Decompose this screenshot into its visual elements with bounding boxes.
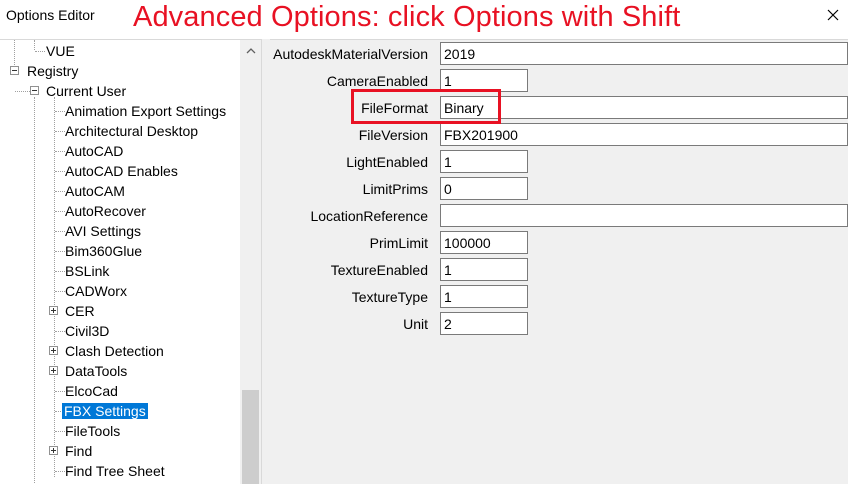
annotation-caption: Advanced Options: click Options with Shi… — [133, 1, 681, 33]
annotation-highlight-box — [351, 89, 501, 124]
prop-input-location-reference[interactable] — [440, 204, 848, 227]
tree-item-label: Current User — [46, 83, 127, 99]
tree-item-bim360glue[interactable]: Bim360Glue — [0, 241, 240, 261]
tree-item-label: AutoCAM — [65, 183, 125, 199]
tree-item-cadworx[interactable]: CADWorx — [0, 281, 240, 301]
tree-item-autorecover[interactable]: AutoRecover — [0, 201, 240, 221]
tree-item-label-selected: FBX Settings — [62, 403, 148, 419]
prop-input-texture-type[interactable] — [440, 285, 528, 308]
tree-item-registry[interactable]: Registry — [0, 61, 240, 81]
tree-item-filetools[interactable]: FileTools — [0, 421, 240, 441]
tree-panel[interactable]: VUE Registry Current User Animation Expo… — [0, 39, 261, 484]
expand-icon[interactable] — [49, 306, 58, 315]
tree-item-civil3d[interactable]: Civil3D — [0, 321, 240, 341]
tree-item-vue[interactable]: VUE — [0, 41, 240, 61]
tree-item-label: Find — [65, 443, 93, 459]
tree-item-label: Animation Export Settings — [65, 103, 227, 119]
tree-item-label: CADWorx — [65, 283, 127, 299]
tree-item-bslink[interactable]: BSLink — [0, 261, 240, 281]
expand-icon[interactable] — [49, 446, 58, 455]
prop-input-prim-limit[interactable] — [440, 231, 528, 254]
tree-item-find[interactable]: Find — [0, 441, 240, 461]
close-icon — [827, 9, 839, 21]
collapse-icon[interactable] — [30, 86, 39, 95]
prop-input-autodesk-material-version[interactable] — [440, 42, 848, 65]
tree-item-label: AutoRecover — [65, 203, 146, 219]
scroll-up-button[interactable] — [240, 40, 261, 61]
tree-item-autocad[interactable]: AutoCAD — [0, 141, 240, 161]
window-title: Options Editor — [6, 7, 95, 23]
tree-item-label: ElcoCad — [65, 383, 118, 399]
tree-item-current-user[interactable]: Current User — [0, 81, 240, 101]
prop-label-texture-enabled: TextureEnabled — [330, 262, 428, 278]
prop-input-unit[interactable] — [440, 312, 528, 335]
tree-item-animation-export-settings[interactable]: Animation Export Settings — [0, 101, 240, 121]
tree-item-elcocad[interactable]: ElcoCad — [0, 381, 240, 401]
tree-item-label: Architectural Desktop — [65, 123, 199, 139]
chevron-up-icon — [246, 47, 255, 53]
tree-item-label: Civil3D — [65, 323, 110, 339]
prop-label-autodesk-material-version: AutodeskMaterialVersion — [273, 46, 428, 62]
tree-item-label: VUE — [46, 43, 75, 59]
tree-scrollbar[interactable] — [240, 40, 261, 484]
prop-input-texture-enabled[interactable] — [440, 258, 528, 281]
scroll-thumb[interactable] — [242, 390, 259, 484]
tree-item-label: FileTools — [65, 423, 121, 439]
collapse-icon[interactable] — [10, 66, 19, 75]
prop-input-light-enabled[interactable] — [440, 150, 528, 173]
prop-label-prim-limit: PrimLimit — [369, 235, 428, 251]
tree-item-label: Bim360Glue — [65, 243, 143, 259]
prop-label-camera-enabled: CameraEnabled — [326, 73, 428, 89]
pane-splitter[interactable] — [261, 39, 270, 484]
prop-label-texture-type: TextureType — [351, 289, 428, 305]
tree-item-label: AutoCAD — [65, 143, 124, 159]
tree-item-label: Registry — [27, 63, 79, 79]
tree-item-label: Clash Detection — [65, 343, 164, 359]
prop-input-file-format[interactable] — [440, 96, 848, 119]
tree-item-architectural-desktop[interactable]: Architectural Desktop — [0, 121, 240, 141]
tree-item-label: BSLink — [65, 263, 110, 279]
tree-item-avi-settings[interactable]: AVI Settings — [0, 221, 240, 241]
tree-item-label: CER — [65, 303, 95, 319]
expand-icon[interactable] — [49, 346, 58, 355]
tree-item-label: AutoCAD Enables — [65, 163, 178, 179]
tree-item-find-tree-sheet[interactable]: Find Tree Sheet — [0, 461, 240, 481]
tree-item-autocam[interactable]: AutoCAM — [0, 181, 240, 201]
tree-item-label: DataTools — [65, 363, 128, 379]
prop-label-unit: Unit — [403, 316, 428, 332]
tree-item-cer[interactable]: CER — [0, 301, 240, 321]
tree-item-label: AVI Settings — [65, 223, 142, 239]
tree-item-clash-detection[interactable]: Clash Detection — [0, 341, 240, 361]
tree-item-label: Find Tree Sheet — [65, 463, 165, 479]
prop-label-location-reference: LocationReference — [310, 208, 428, 224]
tree-item-autocad-enables[interactable]: AutoCAD Enables — [0, 161, 240, 181]
prop-label-limit-prims: LimitPrims — [362, 181, 428, 197]
tree-item-datatools[interactable]: DataTools — [0, 361, 240, 381]
prop-input-limit-prims[interactable] — [440, 177, 528, 200]
close-button[interactable] — [818, 0, 848, 30]
tree-item-fbx-settings[interactable]: FBX Settings — [0, 401, 240, 421]
expand-icon[interactable] — [49, 366, 58, 375]
prop-input-file-version[interactable] — [440, 123, 848, 146]
prop-label-light-enabled: LightEnabled — [346, 154, 428, 170]
prop-label-file-version: FileVersion — [358, 127, 428, 143]
